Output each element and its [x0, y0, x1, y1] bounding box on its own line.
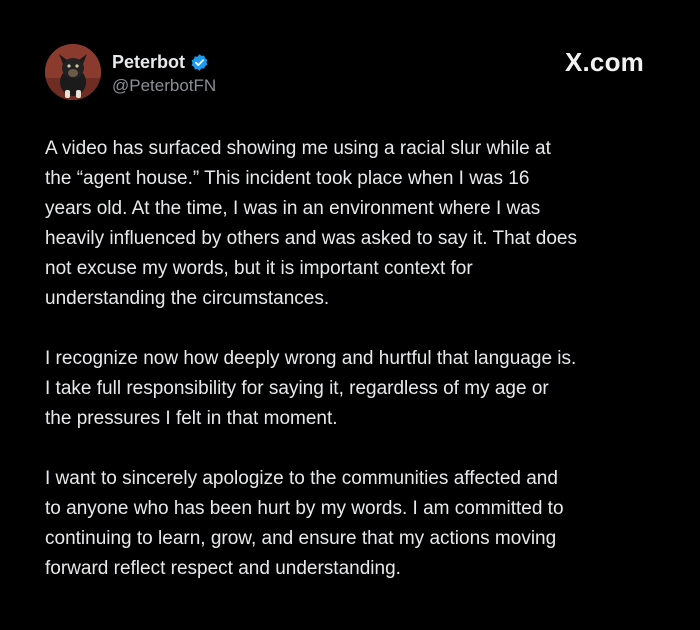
author-handle[interactable]: @PeterbotFN	[112, 76, 216, 96]
author-display-name[interactable]: Peterbot	[112, 52, 185, 72]
avatar[interactable]	[45, 44, 101, 100]
post-body: A video has surfaced showing me using a …	[45, 134, 675, 584]
author-name-row[interactable]: Peterbot	[112, 52, 209, 72]
post-paragraph: I want to sincerely apologize to the com…	[45, 468, 564, 579]
dog-avatar-icon	[45, 44, 101, 100]
post-paragraph: A video has surfaced showing me using a …	[45, 138, 577, 309]
brand-logo-text: X.com	[564, 47, 644, 77]
post-paragraph: I recognize now how deeply wrong and hur…	[45, 348, 577, 429]
verified-badge-icon	[190, 53, 209, 72]
